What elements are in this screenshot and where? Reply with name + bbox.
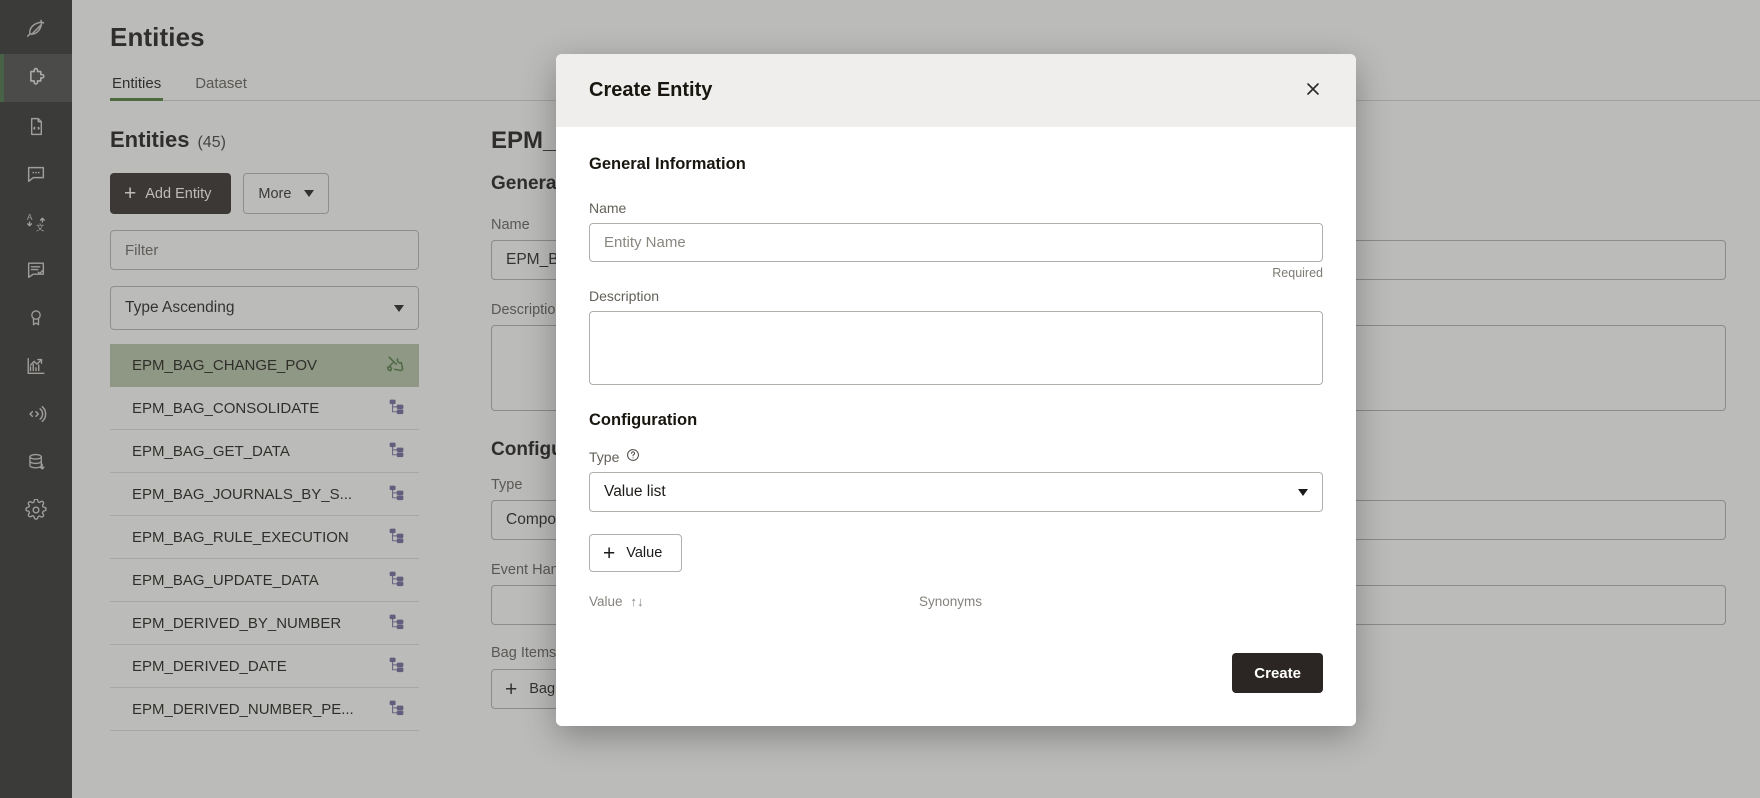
dialog-body: General Information Name Entity Name Req… [556,127,1356,638]
dialog-name-label-text: Name [589,200,626,216]
plus-icon: + [603,543,615,564]
value-table-header: Value ↑↓ Synonyms [589,594,1323,609]
dialog-configuration-section: Configuration [589,411,1323,430]
dialog-title: Create Entity [589,79,712,102]
add-value-label: Value [626,545,662,561]
dialog-type-label-text: Type [589,449,619,465]
add-value-button[interactable]: + Value [589,534,682,572]
dialog-name-label: Name [589,200,1323,216]
chevron-down-icon [1298,489,1308,496]
dialog-general-section: General Information [589,155,1323,174]
entity-type-value: Value list [604,483,666,501]
app-root: A文 [0,0,1760,798]
name-required-hint: Required [589,266,1323,280]
dialog-header: Create Entity [556,54,1356,127]
dialog-footer: Create [556,638,1356,726]
sort-toggle-icon: ↑↓ [631,594,644,609]
dialog-description-label: Description [589,288,1323,304]
create-button[interactable]: Create [1232,653,1323,693]
scroll-fade-mask [556,610,1356,638]
help-circle-icon[interactable] [626,448,640,465]
value-column-header[interactable]: Value ↑↓ [589,594,919,609]
entity-description-textarea[interactable] [589,311,1323,385]
entity-type-select[interactable]: Value list [589,472,1323,512]
value-column-label: Value [589,594,623,609]
synonyms-column-header[interactable]: Synonyms [919,594,982,609]
close-icon [1305,81,1321,100]
dialog-type-label: Type [589,448,1323,465]
dialog-description-label-text: Description [589,288,659,304]
close-dialog-button[interactable] [1296,74,1330,108]
create-entity-dialog: Create Entity General Information Name E… [556,54,1356,726]
synonyms-column-label: Synonyms [919,594,982,609]
entity-name-input[interactable]: Entity Name [589,223,1323,262]
